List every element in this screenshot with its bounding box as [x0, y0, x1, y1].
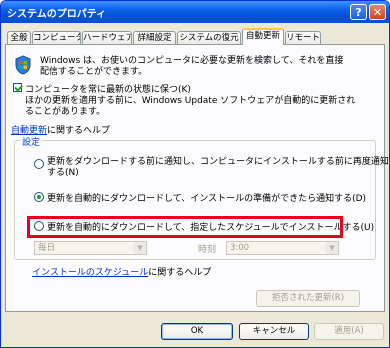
- schedule-help-link[interactable]: インストールのスケジュール: [32, 268, 148, 278]
- close-button[interactable]: ✕: [369, 4, 386, 20]
- tab-strip: 全般 コンピュータ名 ハードウェア 詳細設定 システムの復元 自動更新 リモート: [5, 28, 385, 45]
- option-notify-line1[interactable]: 更新をダウンロードする前に通知し、コンピュータにインストールする前に再度通知: [47, 154, 389, 167]
- auto-update-help-suffix: に関するヘルプ: [47, 126, 111, 136]
- schedule-day-value: 毎日: [38, 243, 56, 253]
- ok-button[interactable]: OK: [161, 323, 233, 340]
- tab-computer-name[interactable]: コンピュータ名: [32, 31, 81, 44]
- schedule-help-suffix: に関するヘルプ: [148, 268, 212, 278]
- tab-advanced[interactable]: 詳細設定: [133, 31, 176, 44]
- schedule-time-select[interactable]: 3:00 ▼: [226, 241, 339, 255]
- tab-hardware[interactable]: ハードウェア: [82, 31, 132, 44]
- keep-updated-checkbox[interactable]: [13, 83, 22, 92]
- schedule-help: インストールのスケジュールに関するヘルプ: [32, 265, 211, 278]
- windows-update-shield-icon: [15, 55, 31, 75]
- tab-remote[interactable]: リモート: [285, 31, 321, 44]
- declined-updates-button[interactable]: 拒否された更新(R): [256, 290, 360, 307]
- automatic-updates-panel: Windows は、お使いのコンピュータに必要な更新を検索して、それを直接 配信…: [5, 44, 389, 312]
- schedule-time-label: 時刻: [198, 245, 217, 255]
- tab-system-restore[interactable]: システムの復元: [177, 31, 241, 44]
- tab-general[interactable]: 全般: [7, 31, 31, 44]
- apply-button[interactable]: 適用(A): [314, 323, 384, 340]
- cancel-button[interactable]: キャンセル: [239, 323, 309, 340]
- intro-text-line2: 配信することができます。: [40, 67, 148, 77]
- title-bar[interactable]: システムのプロパティ ? ✕: [1, 1, 389, 23]
- keep-updated-desc-line2: ることがあります。: [25, 107, 106, 117]
- option-auto-download-notify[interactable]: 更新を自動的にダウンロードして、インストールの準備ができたら通知する(D): [47, 191, 366, 204]
- settings-legend: 設定: [20, 135, 43, 148]
- chevron-down-icon: ▼: [326, 242, 338, 254]
- radio-auto-download-notify[interactable]: [34, 192, 44, 202]
- window-title: システムのプロパティ: [7, 9, 107, 20]
- help-button[interactable]: ?: [350, 4, 367, 20]
- radio-notify-before-download[interactable]: [34, 159, 44, 169]
- schedule-day-select[interactable]: 毎日 ▼: [34, 241, 147, 255]
- option-notify-line2[interactable]: する(N): [47, 165, 79, 178]
- schedule-time-value: 3:00: [230, 243, 250, 253]
- chevron-down-icon: ▼: [134, 242, 146, 254]
- system-properties-window: システムのプロパティ ? ✕ 全般 コンピュータ名 ハードウェア 詳細設定 シス…: [0, 0, 390, 348]
- tab-automatic-updates[interactable]: 自動更新: [242, 28, 284, 45]
- highlight-box: [27, 216, 343, 238]
